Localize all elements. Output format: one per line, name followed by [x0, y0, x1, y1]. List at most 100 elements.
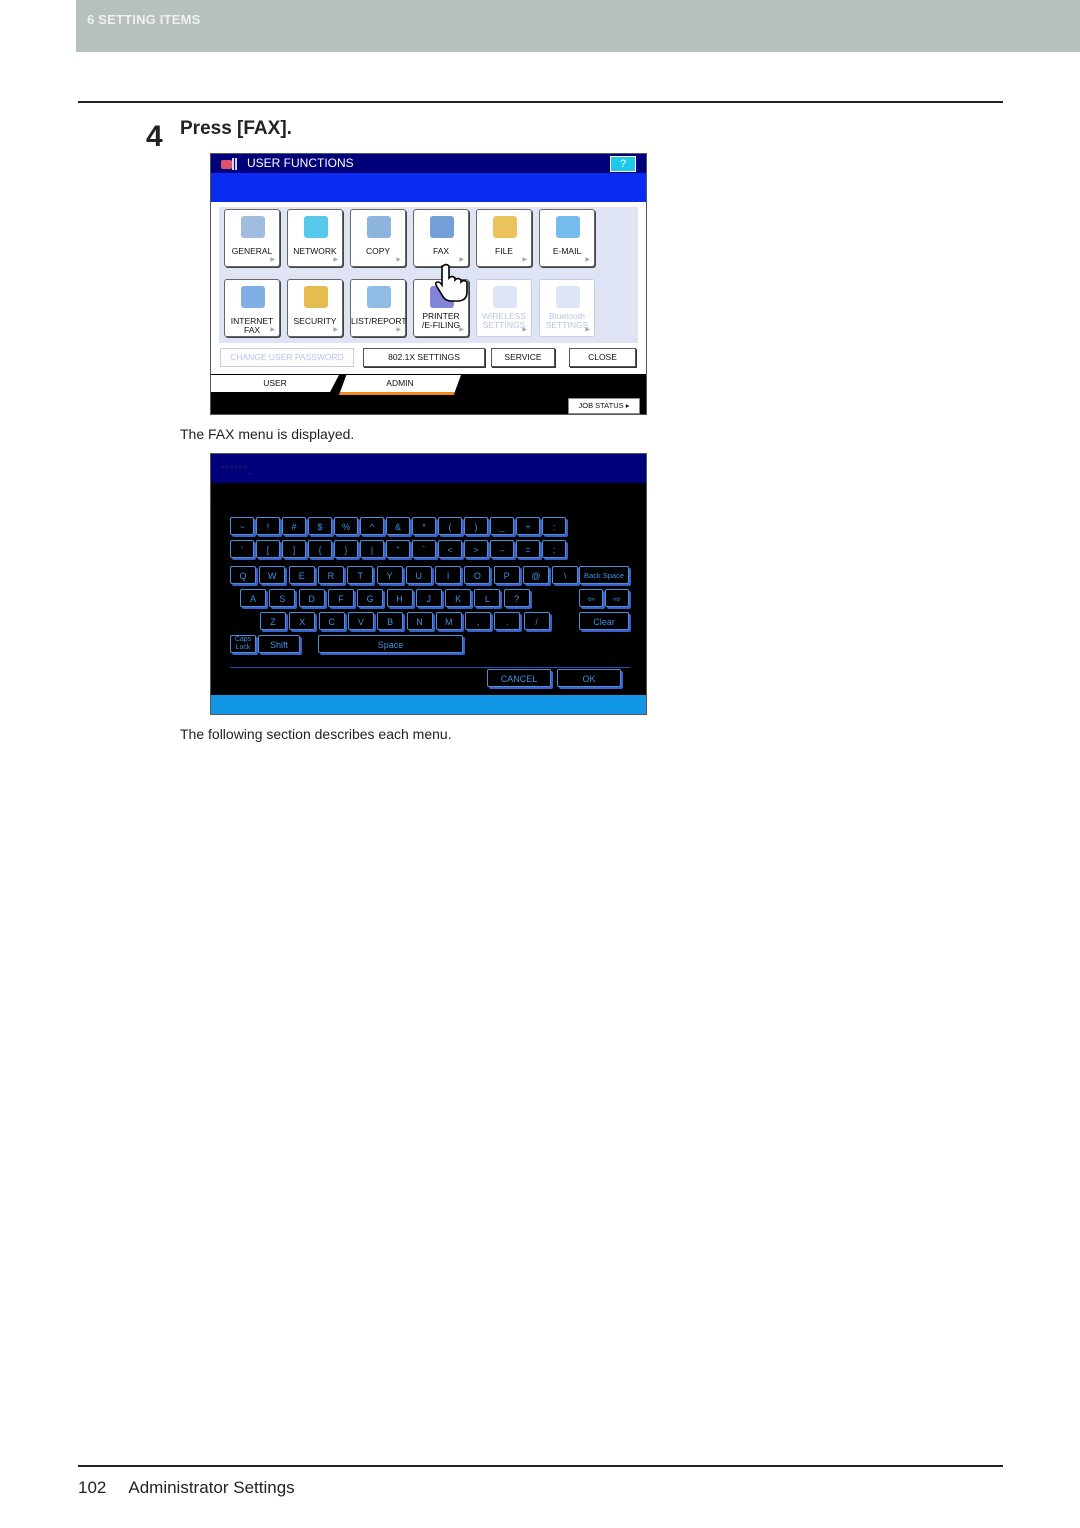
- key[interactable]: \: [552, 566, 579, 584]
- submenu-arrow-icon: ▶: [270, 257, 275, 263]
- key[interactable]: @: [523, 566, 549, 584]
- key[interactable]: [: [256, 540, 280, 558]
- key[interactable]: #: [282, 517, 306, 535]
- key[interactable]: Y: [376, 566, 403, 584]
- key[interactable]: ": [386, 540, 410, 558]
- function-button-label: SECURITY: [293, 316, 337, 326]
- function-button-general[interactable]: GENERAL ▶: [224, 209, 280, 267]
- left-arrow-key[interactable]: ⇦: [579, 589, 603, 607]
- key[interactable]: ^: [360, 517, 384, 535]
- key[interactable]: F: [327, 589, 354, 607]
- shift-key[interactable]: Shift: [258, 635, 300, 653]
- job-status-button[interactable]: JOB STATUS ▸: [568, 398, 640, 414]
- key[interactable]: |: [360, 540, 384, 558]
- key[interactable]: C: [318, 612, 345, 630]
- key[interactable]: O: [464, 566, 491, 584]
- key[interactable]: D: [298, 589, 325, 607]
- key[interactable]: ): [464, 517, 488, 535]
- key[interactable]: N: [406, 612, 433, 630]
- key[interactable]: .: [494, 612, 521, 630]
- key[interactable]: X: [289, 612, 316, 630]
- function-button-label: FAX: [432, 246, 450, 256]
- clear-key[interactable]: Clear: [579, 612, 629, 630]
- key[interactable]: }: [334, 540, 358, 558]
- caps-lock-key[interactable]: Caps Lock: [230, 635, 256, 653]
- key[interactable]: $: [308, 517, 332, 535]
- function-button-label: COPY: [365, 246, 391, 256]
- key[interactable]: T: [347, 566, 374, 584]
- key[interactable]: S: [269, 589, 296, 607]
- key[interactable]: ,: [465, 612, 492, 630]
- key[interactable]: K: [445, 589, 472, 607]
- key[interactable]: I: [435, 566, 462, 584]
- footer-title: Administrator Settings: [128, 1478, 295, 1497]
- key[interactable]: A: [240, 589, 266, 607]
- key[interactable]: ]: [282, 540, 306, 558]
- key[interactable]: M: [435, 612, 462, 630]
- step-title: Press [FAX].: [180, 118, 292, 139]
- key[interactable]: :: [542, 517, 566, 535]
- email-icon: [556, 216, 580, 238]
- page-footer: 102 Administrator Settings: [78, 1478, 295, 1498]
- submenu-arrow-icon: ▶: [522, 327, 527, 333]
- function-button-internet-fax[interactable]: INTERNET FAX ▶: [224, 279, 280, 337]
- key[interactable]: _: [490, 517, 514, 535]
- space-key[interactable]: Space: [318, 635, 463, 653]
- key[interactable]: Q: [230, 566, 256, 584]
- key[interactable]: Z: [260, 612, 286, 630]
- page-number: 102: [78, 1478, 107, 1497]
- key[interactable]: (: [438, 517, 462, 535]
- key[interactable]: J: [415, 589, 442, 607]
- key[interactable]: G: [357, 589, 384, 607]
- top-divider: [78, 101, 1003, 103]
- function-button-list-report[interactable]: LIST/REPORT ▶: [350, 279, 407, 337]
- key[interactable]: V: [347, 612, 374, 630]
- key[interactable]: –: [490, 540, 514, 558]
- key[interactable]: {: [308, 540, 332, 558]
- key[interactable]: ~: [230, 517, 254, 535]
- key[interactable]: ': [230, 540, 254, 558]
- key[interactable]: &: [386, 517, 410, 535]
- key[interactable]: B: [377, 612, 404, 630]
- key[interactable]: W: [259, 566, 286, 584]
- key[interactable]: !: [256, 517, 280, 535]
- keyboard-divider: [230, 667, 630, 668]
- function-button-label: GENERAL: [231, 246, 273, 256]
- bottom-divider: [78, 1465, 1003, 1467]
- key[interactable]: %: [334, 517, 358, 535]
- hand-pointer-icon: [434, 263, 468, 302]
- key[interactable]: /: [523, 612, 550, 630]
- function-button-network[interactable]: NETWORK ▶: [287, 209, 343, 267]
- password-field[interactable]: ******_: [221, 464, 254, 474]
- key[interactable]: *: [412, 517, 436, 535]
- key[interactable]: ;: [542, 540, 566, 558]
- function-button-fax[interactable]: FAX ▶: [413, 209, 469, 267]
- cancel-button[interactable]: CANCEL: [487, 669, 551, 687]
- key[interactable]: L: [474, 589, 501, 607]
- function-button-copy[interactable]: COPY ▶: [350, 209, 406, 267]
- 802-1x-settings-button[interactable]: 802.1X SETTINGS: [363, 348, 485, 367]
- key[interactable]: `: [412, 540, 436, 558]
- right-arrow-key[interactable]: ⇨: [605, 589, 629, 607]
- key[interactable]: <: [438, 540, 462, 558]
- key[interactable]: P: [493, 566, 520, 584]
- function-button-e-mail[interactable]: E-MAIL ▶: [539, 209, 595, 267]
- key[interactable]: U: [405, 566, 432, 584]
- function-button-security[interactable]: SECURITY ▶: [287, 279, 343, 337]
- key[interactable]: H: [386, 589, 413, 607]
- service-button[interactable]: SERVICE: [491, 348, 555, 367]
- key[interactable]: E: [288, 566, 315, 584]
- help-button[interactable]: ?: [610, 156, 636, 172]
- ok-button[interactable]: OK: [557, 669, 621, 687]
- tab-admin[interactable]: ADMIN: [339, 375, 461, 395]
- close-button[interactable]: CLOSE: [569, 348, 636, 367]
- backspace-key[interactable]: Back Space: [579, 566, 629, 584]
- tab-user[interactable]: USER: [211, 375, 339, 392]
- user-functions-icon: [221, 158, 237, 170]
- key[interactable]: ?: [503, 589, 530, 607]
- key[interactable]: >: [464, 540, 488, 558]
- key[interactable]: +: [516, 517, 540, 535]
- key[interactable]: R: [317, 566, 344, 584]
- function-button-file[interactable]: FILE ▶: [476, 209, 532, 267]
- key[interactable]: =: [516, 540, 540, 558]
